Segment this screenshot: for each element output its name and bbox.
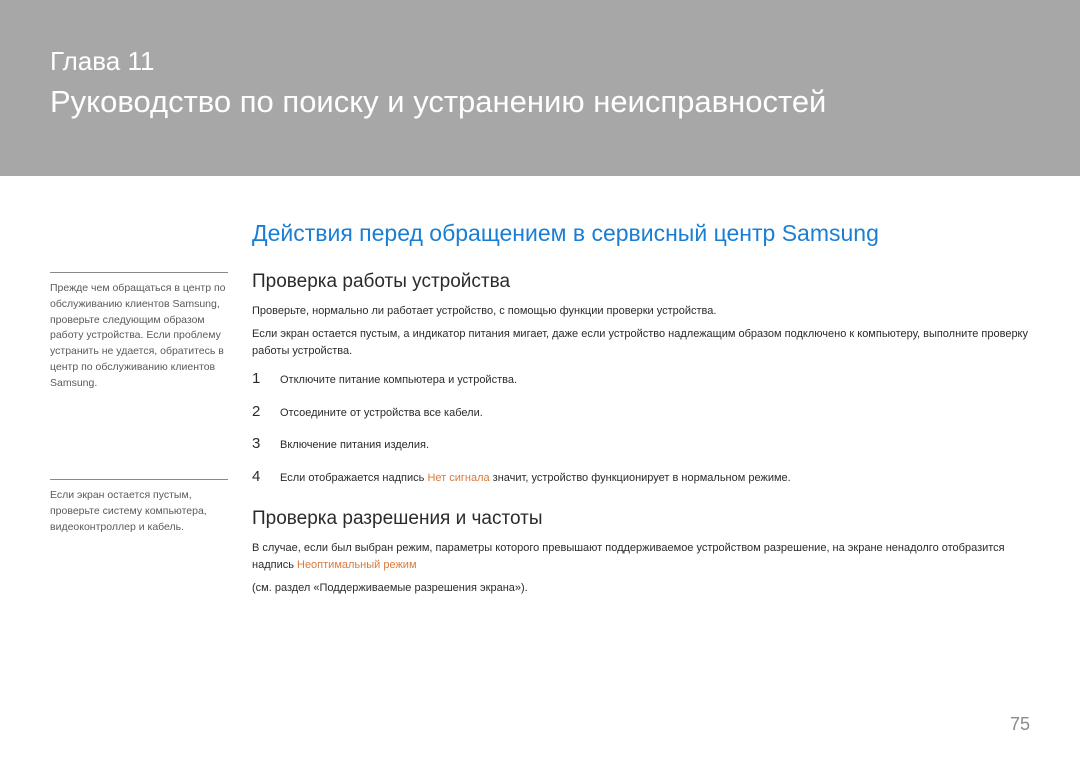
highlight-text: Нет сигнала [427, 472, 489, 484]
main-content: Действия перед обращением в сервисный це… [252, 220, 1030, 603]
chapter-title: Руководство по поиску и устранению неисп… [50, 83, 1030, 120]
list-item: 2 Отсоедините от устройства все кабели. [252, 403, 1030, 422]
step-number: 4 [252, 468, 266, 485]
body-paragraph: Если экран остается пустым, а индикатор … [252, 326, 1030, 360]
step-number: 3 [252, 435, 266, 452]
step-text: Если отображается надпись Нет сигнала зн… [280, 470, 791, 487]
subsection-heading-2: Проверка разрешения и частоты [252, 508, 1030, 530]
sidebar-divider [50, 272, 228, 273]
sidebar-note-2: Если экран остается пустым, проверьте си… [50, 391, 228, 535]
step-text: Отключите питание компьютера и устройств… [280, 372, 517, 389]
step-number: 1 [252, 370, 266, 387]
step-text: Отсоедините от устройства все кабели. [280, 405, 483, 422]
list-item: 4 Если отображается надпись Нет сигнала … [252, 468, 1030, 487]
list-item: 3 Включение питания изделия. [252, 435, 1030, 454]
body-paragraph: (см. раздел «Поддерживаемые разрешения э… [252, 580, 1030, 597]
page-number: 75 [1010, 714, 1030, 735]
list-item: 1 Отключите питание компьютера и устройс… [252, 370, 1030, 389]
content-area: Прежде чем обращаться в центр по обслужи… [0, 176, 1080, 603]
chapter-label: Глава 11 [50, 46, 1030, 77]
step-number: 2 [252, 403, 266, 420]
body-paragraph: Проверьте, нормально ли работает устройс… [252, 303, 1030, 320]
sidebar-divider [50, 479, 228, 480]
chapter-header: Глава 11 Руководство по поиску и устране… [0, 0, 1080, 176]
highlight-text: Неоптимальный режим [297, 559, 417, 571]
sidebar-note-1: Прежде чем обращаться в центр по обслужи… [50, 220, 228, 391]
sidebar-note-text: Прежде чем обращаться в центр по обслужи… [50, 281, 228, 391]
ordered-list: 1 Отключите питание компьютера и устройс… [252, 370, 1030, 486]
subsection-heading-1: Проверка работы устройства [252, 271, 1030, 293]
section-heading: Действия перед обращением в сервисный це… [252, 220, 1030, 247]
body-paragraph: В случае, если был выбран режим, парамет… [252, 540, 1030, 574]
step-text: Включение питания изделия. [280, 437, 429, 454]
sidebar-note-text: Если экран остается пустым, проверьте си… [50, 488, 228, 535]
sidebar: Прежде чем обращаться в центр по обслужи… [50, 220, 228, 603]
